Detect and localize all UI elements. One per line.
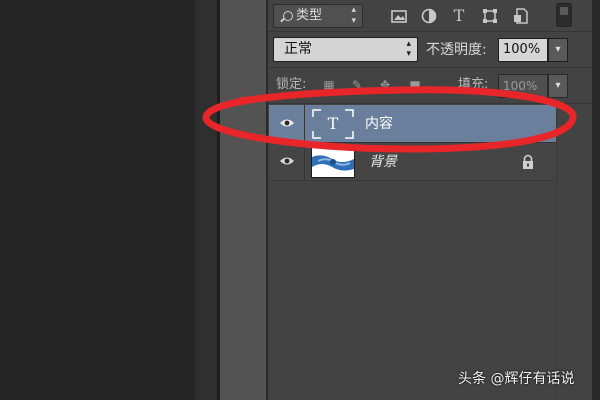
shape-filter-icon[interactable] (481, 7, 499, 25)
visibility-toggle[interactable] (269, 105, 305, 142)
collapsed-panel-column[interactable] (220, 0, 266, 400)
smart-object-filter-icon[interactable] (512, 7, 530, 25)
layer-name[interactable]: 背景 (369, 152, 397, 172)
chevron-updown-icon: ▴ ▾ (406, 39, 411, 59)
layers-list-bottom (268, 180, 558, 181)
fill-dropdown-button[interactable]: ▾ (548, 74, 568, 98)
panel-dock-strip (195, 0, 217, 400)
type-filter-icon[interactable]: T (450, 7, 468, 25)
eye-icon (280, 157, 294, 165)
lock-image-pixels-icon[interactable]: ✎ (350, 78, 364, 92)
search-icon (283, 11, 293, 21)
text-layer-thumbnail[interactable]: T (311, 108, 355, 140)
photoshop-screen: 类型 ▴ ▾ T 正常 ▴ ▾ 不透明度: 100% ▾ 锁定: ▦ ✎ ✥ ■ 填… (0, 0, 600, 400)
visibility-toggle[interactable] (269, 143, 305, 180)
opacity-input[interactable]: 100% (498, 38, 548, 62)
adjustment-filter-icon[interactable] (420, 7, 438, 25)
layer-name[interactable]: 内容 (365, 114, 393, 134)
panel-border (592, 0, 600, 400)
fill-label: 填充: (458, 77, 489, 92)
filter-toggle-switch[interactable] (556, 3, 572, 27)
image-filter-icon[interactable] (390, 7, 408, 25)
lock-icon (523, 154, 533, 169)
type-icon: T (327, 114, 339, 133)
layer-filter-kind-select[interactable]: 类型 ▴ ▾ (273, 4, 363, 28)
opacity-label: 不透明度: (426, 42, 487, 58)
scrollbar-track[interactable] (556, 104, 557, 400)
toggle-knob (560, 7, 568, 15)
lock-all-icon[interactable]: ■ (408, 78, 422, 92)
layer-row-text[interactable]: T 内容 (269, 105, 556, 143)
divider (268, 103, 592, 104)
chevron-updown-icon: ▴ ▾ (351, 5, 356, 26)
background-layer-thumbnail[interactable] (311, 146, 355, 178)
eye-icon (280, 119, 294, 127)
divider (268, 31, 592, 32)
blend-mode-value: 正常 (284, 41, 312, 57)
watermark: 头条 @辉仔有话说 (458, 371, 575, 387)
canvas-workspace[interactable] (0, 0, 195, 400)
lock-transparent-pixels-icon[interactable]: ▦ (322, 78, 336, 92)
layer-row-background[interactable]: 背景 (269, 143, 556, 181)
fill-input[interactable]: 100% (498, 74, 548, 98)
blend-mode-select[interactable]: 正常 ▴ ▾ (273, 37, 418, 62)
lock-position-icon[interactable]: ✥ (378, 78, 392, 92)
lock-label: 锁定: (276, 77, 307, 92)
filter-kind-label: 类型 (296, 8, 323, 23)
divider (268, 67, 592, 68)
opacity-dropdown-button[interactable]: ▾ (548, 38, 568, 62)
